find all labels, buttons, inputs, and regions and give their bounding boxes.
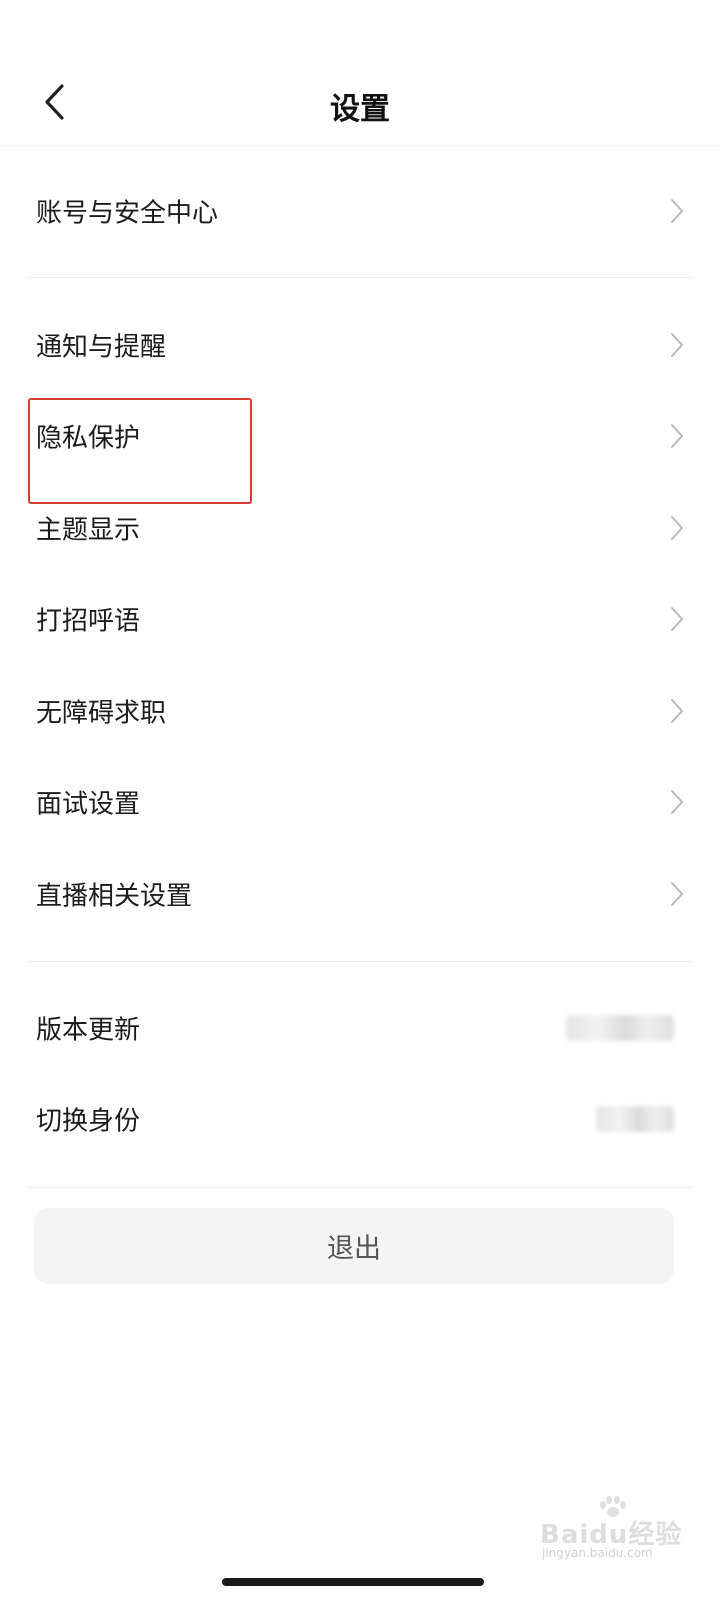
section-divider	[26, 961, 694, 962]
settings-item-greetings[interactable]: 打招呼语	[0, 573, 720, 665]
settings-item-account-security[interactable]: 账号与安全中心	[0, 165, 720, 257]
watermark-url: jingyan.baidu.com	[542, 1546, 653, 1560]
logout-button-label: 退出	[327, 1233, 381, 1265]
baidu-watermark: Baidu经验 jingyan.baidu.com	[540, 1496, 710, 1560]
chevron-right-icon	[668, 330, 686, 360]
settings-item-label: 账号与安全中心	[36, 198, 219, 229]
settings-item-notifications[interactable]: 通知与提醒	[0, 299, 720, 391]
chevron-right-icon	[668, 196, 686, 226]
section-divider	[26, 1187, 694, 1188]
settings-item-label: 版本更新	[36, 1015, 141, 1046]
logout-button[interactable]: 退出	[34, 1208, 674, 1284]
chevron-right-icon	[668, 604, 686, 634]
settings-item-livestream[interactable]: 直播相关设置	[0, 848, 720, 940]
settings-item-label: 切换身份	[36, 1106, 141, 1137]
chevron-right-icon	[668, 787, 686, 817]
chevron-right-icon	[668, 696, 686, 726]
page-title: 设置	[330, 92, 390, 127]
settings-item-label: 打招呼语	[36, 606, 141, 637]
settings-item-interview[interactable]: 面试设置	[0, 756, 720, 848]
identity-value-blurred	[596, 1106, 674, 1132]
settings-item-accessibility[interactable]: 无障碍求职	[0, 665, 720, 757]
chevron-right-icon	[668, 513, 686, 543]
settings-item-label: 面试设置	[36, 789, 141, 820]
home-indicator[interactable]	[222, 1578, 484, 1586]
section-divider	[26, 277, 694, 278]
chevron-right-icon	[668, 879, 686, 909]
settings-item-label: 直播相关设置	[36, 881, 193, 912]
settings-item-switch-identity[interactable]: 切换身份	[0, 1073, 720, 1165]
highlight-box	[28, 398, 252, 504]
chevron-right-icon	[668, 421, 686, 451]
settings-item-label: 通知与提醒	[36, 332, 167, 363]
settings-item-version-update[interactable]: 版本更新	[0, 982, 720, 1074]
settings-item-label: 主题显示	[36, 515, 141, 546]
version-value-blurred	[566, 1015, 674, 1041]
settings-item-label: 无障碍求职	[36, 698, 167, 729]
top-nav-bar: 设置	[0, 50, 720, 146]
